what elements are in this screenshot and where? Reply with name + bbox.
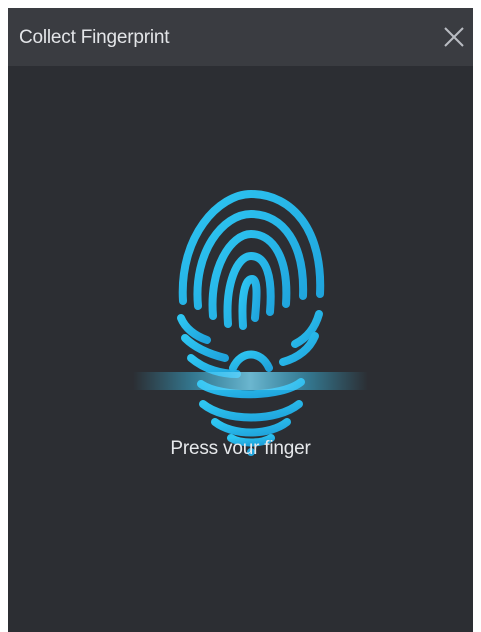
dialog-title: Collect Fingerprint: [19, 27, 170, 48]
close-button[interactable]: [439, 22, 469, 52]
close-icon: [444, 27, 464, 47]
dialog-body: Press vour finger: [8, 66, 473, 632]
fingerprint-dialog: Collect Fingerprint Press vour finger: [8, 8, 473, 632]
fingerprint-icon: [133, 189, 368, 456]
status-text: Press vour finger: [170, 438, 311, 459]
dialog-titlebar: Collect Fingerprint: [8, 8, 473, 66]
